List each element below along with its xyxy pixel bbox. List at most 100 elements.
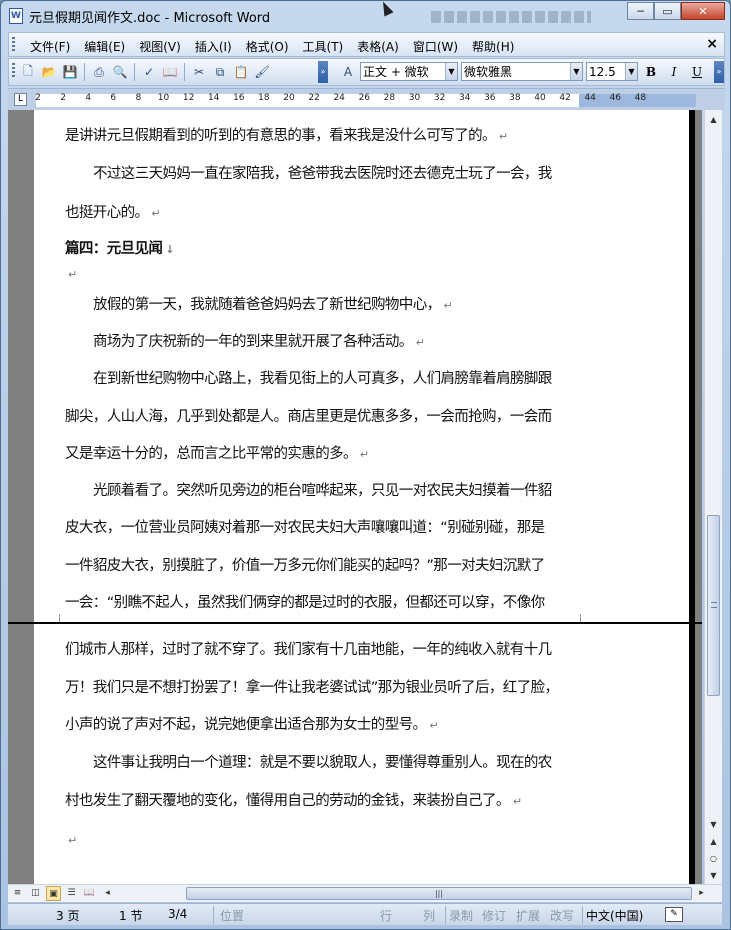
research-icon[interactable]: 📖	[161, 63, 179, 81]
vertical-scroll-thumb[interactable]	[707, 515, 720, 696]
menu-format[interactable]: 格式(O)	[239, 37, 296, 56]
status-column: 列	[423, 909, 436, 923]
ruler-number: 10	[157, 93, 170, 103]
menu-view[interactable]: 视图(V)	[132, 37, 188, 56]
document-page[interactable]: 是讲讲元旦假期看到的听到的有意思的事，看来我是没什么可写了的。 ↵ 不过这三天妈妈一…	[34, 110, 689, 884]
open-folder-icon[interactable]: 📂	[40, 63, 58, 81]
web-layout-view-icon[interactable]: ◫	[28, 886, 43, 901]
menubar-grip[interactable]	[12, 37, 15, 53]
document-line: 们城市人那样，过时了就不穿了。我们家有十几亩地能，一年的纯收入就有十几	[65, 638, 555, 659]
menu-file[interactable]: 文件(F)	[23, 37, 77, 56]
ruler-number: 38	[509, 93, 521, 103]
ruler-number: 34	[458, 93, 471, 103]
scroll-right-icon[interactable]: ▸	[694, 886, 709, 901]
font-size-value: 12.5	[589, 64, 616, 79]
status-page: 3 页	[56, 909, 80, 923]
style-dropdown[interactable]: 正文 + 微软 ▼	[360, 62, 458, 81]
save-icon[interactable]: 💾	[61, 63, 79, 81]
ruler-number: 30	[408, 93, 421, 103]
vertical-scrollbar[interactable]: ▲ ▼ ▲ ○ ▼	[704, 110, 722, 884]
previous-page-icon[interactable]: ▲	[706, 834, 721, 849]
print-icon[interactable]: ⎙	[90, 63, 108, 81]
underline-button[interactable]: U	[687, 62, 707, 81]
document-line: 不过这三天妈妈一直在家陪我，爸爸带我去医院时还去德克士玩了一会，我	[93, 162, 555, 183]
paste-icon[interactable]: 📋	[232, 63, 250, 81]
menu-window[interactable]: 窗口(W)	[406, 37, 465, 56]
menu-bar: 文件(F) 编辑(E) 视图(V) 插入(I) 格式(O) 工具(T) 表格(A…	[8, 32, 725, 57]
reading-layout-view-icon[interactable]: 📖	[82, 886, 97, 901]
close-window-button[interactable]: ✕	[681, 2, 725, 20]
copy-icon[interactable]: ⧉	[211, 63, 229, 81]
ruler-number: 32	[433, 93, 446, 103]
format-painter-icon[interactable]: 🖌	[253, 63, 271, 81]
menu-table[interactable]: 表格(A)	[350, 37, 406, 56]
cut-icon[interactable]: ✂	[190, 63, 208, 81]
line-text: 又是幸运十分的，总而言之比平常的实惠的多。	[65, 446, 358, 462]
status-track-changes[interactable]: 修订	[482, 907, 506, 924]
status-record[interactable]: 录制	[449, 907, 473, 924]
ruler-number: 16	[233, 93, 245, 103]
bold-button[interactable]: B	[641, 62, 661, 81]
new-document-icon[interactable]: 🗋	[19, 63, 37, 81]
ruler-number: 46	[609, 93, 622, 103]
document-line: 皮大衣，一位营业员阿姨对着那一对农民夫妇大声嚷嚷叫道：“别碰别碰，那是	[65, 516, 548, 537]
document-line: 脚尖，人山人海，几乎到处都是人。商店里更是优惠多多，一会而抢购，一会而	[65, 405, 555, 426]
horizontal-scroll-thumb[interactable]: |||	[186, 887, 692, 900]
style-value: 正文 + 微软	[363, 65, 429, 79]
font-size-dropdown[interactable]: 12.5 ▼	[586, 62, 638, 81]
window-title: 元旦假期见闻作文.doc - Microsoft Word	[29, 11, 271, 26]
line-text: 也挺开心的。	[65, 205, 149, 221]
menu-tools[interactable]: 工具(T)	[296, 37, 351, 56]
ruler-number: 48	[634, 93, 647, 103]
menu-insert[interactable]: 插入(I)	[188, 37, 239, 56]
minimize-button[interactable]: ─	[627, 2, 654, 20]
word-window: W 元旦假期见闻作文.doc - Microsoft Word ─ ▭ ✕ 文件…	[0, 0, 731, 930]
next-page-icon[interactable]: ▼	[706, 868, 721, 883]
chevron-down-icon[interactable]: ▼	[625, 63, 637, 80]
document-line: 这件事让我明白一个道理：就是不要以貌取人，要懂得尊重别人。现在的农	[93, 751, 555, 772]
chevron-down-icon[interactable]: ▼	[570, 63, 582, 80]
document-line: 在到新世纪购物中心路上，我看见街上的人可真多，人们肩膀靠着肩膀脚跟	[93, 367, 555, 388]
status-separator	[582, 906, 583, 924]
ruler-number: 42	[559, 93, 571, 103]
paragraph-mark-icon: ↵	[151, 207, 161, 220]
tab-selector[interactable]: L	[14, 93, 27, 106]
toolbar-options-chevron-icon[interactable]: »	[318, 61, 328, 83]
select-browse-object-icon[interactable]: ○	[706, 851, 721, 866]
line-text: 篇四：元旦见闻	[65, 241, 163, 257]
scroll-down-icon[interactable]: ▼	[706, 817, 721, 832]
status-overtype[interactable]: 改写	[550, 907, 574, 924]
status-language[interactable]: 中文(中国)	[586, 907, 643, 924]
outline-view-icon[interactable]: ☰	[64, 886, 79, 901]
line-text: 在到新世纪购物中心路上，我看见街上的人可真多，人们肩膀靠着肩膀脚跟	[93, 371, 552, 387]
line-text: 光顾着看了。突然听见旁边的柜台喧哗起来，只见一对农民夫妇摸着一件貂	[93, 483, 552, 499]
scroll-up-icon[interactable]: ▲	[706, 112, 721, 127]
chevron-down-icon[interactable]: ▼	[445, 63, 457, 80]
menu-edit[interactable]: 编辑(E)	[77, 37, 132, 56]
window-controls: ─ ▭ ✕	[627, 2, 725, 20]
document-area[interactable]: 是讲讲元旦假期看到的听到的有意思的事，看来我是没什么可写了的。 ↵ 不过这三天妈妈一…	[8, 110, 702, 884]
toolbar-options-chevron-icon[interactable]: »	[714, 61, 724, 83]
spelling-status-icon[interactable]: ✎	[665, 907, 683, 922]
horizontal-scrollbar[interactable]: ≡ ◫ ▣ ☰ 📖 ◂ ||| ▸	[8, 884, 722, 902]
font-dropdown[interactable]: 微软雅黑 ▼	[461, 62, 583, 81]
status-section: 1 节	[119, 909, 143, 923]
print-layout-view-icon[interactable]: ▣	[46, 886, 61, 901]
maximize-button[interactable]: ▭	[654, 2, 681, 20]
normal-view-icon[interactable]: ≡	[10, 886, 25, 901]
close-document-button[interactable]: ×	[706, 36, 718, 52]
italic-button[interactable]: I	[664, 62, 684, 81]
horizontal-ruler[interactable]: L 2 2 4 6 8 10 12 14 16 18 20 22 24 26 28 30 32 34 36 38 40 4…	[8, 88, 725, 110]
toolbar-grip[interactable]	[12, 63, 15, 79]
paragraph-mark-icon: ↵	[359, 448, 369, 461]
print-preview-icon[interactable]: 🔍	[111, 63, 129, 81]
toolbar-separator	[184, 63, 185, 81]
word-app-icon[interactable]: W	[9, 8, 23, 24]
menu-help[interactable]: 帮助(H)	[465, 37, 521, 56]
status-extend[interactable]: 扩展	[516, 907, 540, 924]
paragraph-mark-icon: ↓	[165, 243, 174, 256]
styles-pane-icon[interactable]: A	[339, 65, 357, 79]
spelling-icon[interactable]: ✓	[140, 63, 158, 81]
ruler-number: 2	[35, 93, 41, 103]
scroll-left-icon[interactable]: ◂	[100, 886, 115, 901]
